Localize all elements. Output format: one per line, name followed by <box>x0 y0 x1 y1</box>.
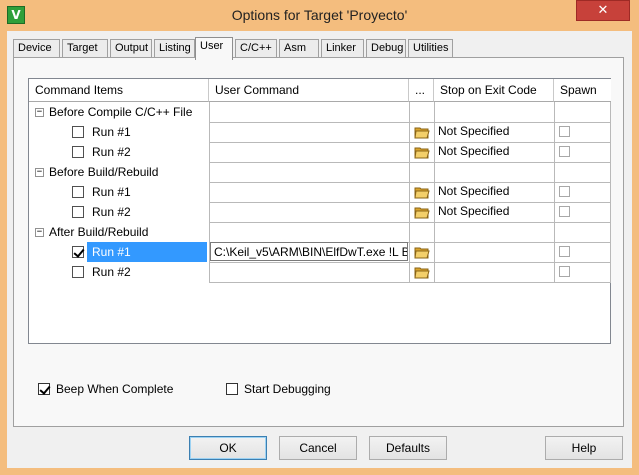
tree-group-after-build[interactable]: − After Build/Rebuild <box>29 222 209 242</box>
tree-item-run[interactable]: Run #1 <box>29 182 209 202</box>
start-debugging-checkbox[interactable] <box>226 383 238 395</box>
stop-on-exit-select[interactable]: Not Specified <box>435 182 509 201</box>
start-debugging-label: Start Debugging <box>244 382 331 396</box>
run-enable-checkbox[interactable] <box>72 246 84 258</box>
tree-item-run[interactable]: Run #2 <box>29 202 209 222</box>
spawn-checkbox[interactable] <box>559 126 570 137</box>
run-label: Run #1 <box>92 125 131 139</box>
tree-group-before-compile[interactable]: − Before Compile C/C++ File <box>29 102 209 122</box>
folder-browse-icon[interactable] <box>414 145 430 159</box>
group-label: Before Compile C/C++ File <box>49 105 193 119</box>
run-label: Run #2 <box>92 145 131 159</box>
run-label: Run #1 <box>92 245 131 259</box>
stop-on-exit-select[interactable]: Not Specified <box>435 202 509 221</box>
beep-when-complete-checkbox[interactable] <box>38 383 50 395</box>
help-button[interactable]: Help <box>545 436 623 460</box>
header-command-items[interactable]: Command Items <box>29 79 209 102</box>
title-bar[interactable]: V Options for Target 'Proyecto' ✕ <box>0 0 639 31</box>
defaults-button[interactable]: Defaults <box>369 436 447 460</box>
user-command-field[interactable] <box>210 122 408 141</box>
run-enable-checkbox[interactable] <box>72 206 84 218</box>
tab-debug[interactable]: Debug <box>366 39 406 58</box>
options-dialog: V Options for Target 'Proyecto' ✕ Device… <box>0 0 639 475</box>
header-user-command[interactable]: User Command <box>209 79 409 102</box>
tab-listing[interactable]: Listing <box>154 39 195 58</box>
spawn-checkbox[interactable] <box>559 186 570 197</box>
header-stop-on-exit[interactable]: Stop on Exit Code <box>434 79 554 102</box>
column-divider <box>610 102 611 282</box>
run-enable-checkbox[interactable] <box>72 126 84 138</box>
user-command-field[interactable] <box>210 202 408 221</box>
tree-item-run[interactable]: Run #1 <box>29 122 209 142</box>
window-title: Options for Target 'Proyecto' <box>231 7 408 23</box>
run-label: Run #1 <box>92 185 131 199</box>
tab-utilities[interactable]: Utilities <box>408 39 453 58</box>
tab-device[interactable]: Device <box>13 39 60 58</box>
folder-browse-icon[interactable] <box>414 245 430 259</box>
spawn-checkbox[interactable] <box>559 206 570 217</box>
tree-item-run[interactable]: Run #2 <box>29 142 209 162</box>
tree-item-run[interactable]: Run #2 <box>29 262 209 282</box>
column-divider <box>554 102 555 282</box>
collapse-icon[interactable]: − <box>35 108 44 117</box>
spawn-checkbox[interactable] <box>559 266 570 277</box>
spawn-checkbox[interactable] <box>559 146 570 157</box>
tab-output[interactable]: Output <box>110 39 152 58</box>
tab-c-cpp[interactable]: C/C++ <box>235 39 277 58</box>
run-label: Run #2 <box>92 265 131 279</box>
header-spawn[interactable]: Spawn <box>554 79 611 102</box>
run-label: Run #2 <box>92 205 131 219</box>
tab-target[interactable]: Target <box>62 39 108 58</box>
close-button[interactable]: ✕ <box>576 0 630 21</box>
beep-when-complete-label: Beep When Complete <box>56 382 174 396</box>
folder-browse-icon[interactable] <box>414 185 430 199</box>
group-label: After Build/Rebuild <box>49 225 149 239</box>
folder-browse-icon[interactable] <box>414 125 430 139</box>
group-label: Before Build/Rebuild <box>49 165 159 179</box>
folder-browse-icon[interactable] <box>414 265 430 279</box>
tab-asm[interactable]: Asm <box>279 39 319 58</box>
stop-on-exit-select[interactable]: Not Specified <box>435 142 509 161</box>
dialog-client-area: Device Target Output Listing User C/C++ … <box>7 31 632 468</box>
tree-item-run-selected[interactable]: Run #1 <box>29 242 209 262</box>
stop-on-exit-select[interactable]: Not Specified <box>435 122 509 141</box>
row-divider <box>209 282 611 283</box>
column-divider <box>409 102 410 282</box>
row-divider <box>209 222 611 223</box>
run-enable-checkbox[interactable] <box>72 146 84 158</box>
spawn-checkbox[interactable] <box>559 246 570 257</box>
user-command-field[interactable] <box>210 262 408 281</box>
tab-user[interactable]: User <box>195 37 233 60</box>
user-command-field[interactable] <box>210 142 408 161</box>
user-tab-panel: Command Items User Command ... Stop on E… <box>13 57 624 427</box>
user-commands-grid: Command Items User Command ... Stop on E… <box>28 78 611 344</box>
tree-group-before-build[interactable]: − Before Build/Rebuild <box>29 162 209 182</box>
user-command-field-active[interactable]: C:\Keil_v5\ARM\BIN\ElfDwT.exe !L BA <box>210 242 408 261</box>
user-command-field[interactable] <box>210 182 408 201</box>
collapse-icon[interactable]: − <box>35 228 44 237</box>
ok-button[interactable]: OK <box>189 436 267 460</box>
header-browse[interactable]: ... <box>409 79 434 102</box>
folder-browse-icon[interactable] <box>414 205 430 219</box>
run-enable-checkbox[interactable] <box>72 186 84 198</box>
tab-linker[interactable]: Linker <box>321 39 364 58</box>
collapse-icon[interactable]: − <box>35 168 44 177</box>
run-enable-checkbox[interactable] <box>72 266 84 278</box>
row-divider <box>209 162 611 163</box>
cancel-button[interactable]: Cancel <box>279 436 357 460</box>
